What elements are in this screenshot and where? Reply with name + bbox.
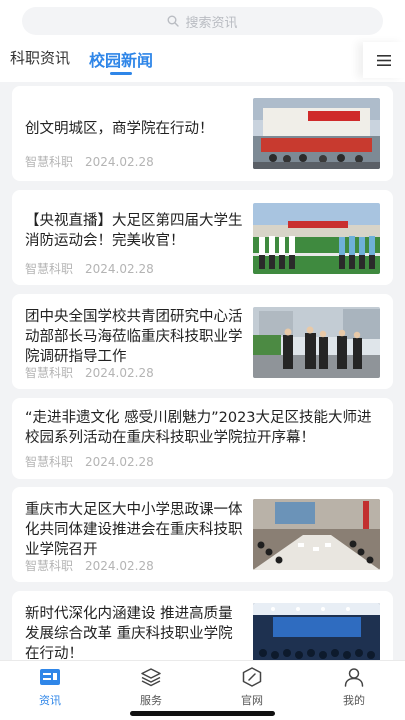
nav-website[interactable]: 官网	[222, 667, 282, 708]
news-title: 团中央全国学校共青团研究中心活动部部长马海莅临重庆科技职业学院调研指导工作	[25, 309, 243, 365]
news-meta: 智慧科职 2024.02.28	[25, 153, 154, 170]
menu-button[interactable]	[363, 42, 405, 78]
news-card[interactable]: 团中央全国学校共青团研究中心活动部部长马海莅临重庆科技职业学院调研指导工作 智慧…	[12, 294, 393, 389]
nav-website-label: 官网	[241, 694, 263, 707]
news-date: 2024.02.28	[85, 559, 154, 573]
news-meta: 智慧科职 2024.02.28	[25, 364, 154, 381]
nav-news[interactable]: 资讯	[20, 667, 80, 708]
news-card[interactable]: 【央视直播】大足区第四届大学生消防运动会！完美收官！ 智慧科职 2024.02.2…	[12, 190, 393, 285]
news-card[interactable]: 重庆市大足区大中小学思政课一体化共同体建设推进会在重庆科技职业学院召开 智慧科职…	[12, 487, 393, 582]
tab-bar: 科职资讯 校园新闻	[0, 42, 405, 78]
news-source: 智慧科职	[25, 455, 74, 469]
nav-services[interactable]: 服务	[121, 667, 181, 708]
home-indicator	[130, 711, 275, 716]
nav-services-label: 服务	[140, 694, 162, 707]
user-icon	[344, 668, 364, 687]
news-source: 智慧科职	[25, 155, 74, 169]
news-date: 2024.02.28	[85, 366, 154, 380]
news-title: “走进非遗文化 感受川剧魅力”2023大足区技能大师进校园系列活动在重庆科技职业…	[25, 410, 372, 446]
news-date: 2024.02.28	[85, 455, 154, 469]
search-icon	[167, 15, 180, 27]
news-title: 创文明城区，商学院在行动！	[25, 121, 214, 137]
news-source: 智慧科职	[25, 366, 74, 380]
news-card[interactable]: 新时代深化内涵建设 推进高质量发展综合改革 重庆科技职业学院在行动！	[12, 591, 393, 660]
news-meta: 智慧科职 2024.02.28	[25, 260, 154, 277]
layers-icon	[141, 668, 161, 687]
news-source: 智慧科职	[25, 262, 74, 276]
nav-news-label: 资讯	[39, 694, 61, 707]
news-source: 智慧科职	[25, 559, 74, 573]
nav-profile[interactable]: 我的	[324, 667, 384, 708]
news-card[interactable]: 创文明城区，商学院在行动！ 智慧科职 2024.02.28	[12, 86, 393, 181]
menu-icon	[377, 54, 391, 66]
news-thumbnail	[253, 499, 380, 570]
news-title: 【央视直播】大足区第四届大学生消防运动会！完美收官！	[25, 213, 243, 249]
search-bar[interactable]: 搜索资讯	[22, 7, 383, 35]
news-thumbnail	[253, 203, 380, 274]
tab-campus-news[interactable]: 校园新闻	[89, 47, 153, 71]
news-meta: 智慧科职 2024.02.28	[25, 453, 154, 470]
news-thumbnail	[253, 603, 380, 660]
nav-profile-label: 我的	[343, 694, 365, 707]
news-date: 2024.02.28	[85, 262, 154, 276]
top-header: 搜索资讯 科职资讯 校园新闻	[0, 0, 405, 82]
news-title: 新时代深化内涵建设 推进高质量发展综合改革 重庆科技职业学院在行动！	[25, 606, 233, 660]
news-icon	[40, 669, 60, 685]
news-date: 2024.02.28	[85, 155, 154, 169]
active-tab-indicator	[110, 72, 132, 75]
compass-icon	[242, 667, 262, 687]
news-title: 重庆市大足区大中小学思政课一体化共同体建设推进会在重庆科技职业学院召开	[25, 502, 243, 558]
news-meta: 智慧科职 2024.02.28	[25, 557, 154, 574]
tab-kezhi-news[interactable]: 科职资讯	[10, 47, 70, 68]
news-thumbnail	[253, 98, 380, 169]
news-feed[interactable]: 创文明城区，商学院在行动！ 智慧科职 2024.02.28 【央视直播】大足区第四…	[0, 82, 405, 660]
news-card[interactable]: “走进非遗文化 感受川剧魅力”2023大足区技能大师进校园系列活动在重庆科技职业…	[12, 398, 393, 479]
news-thumbnail	[253, 307, 380, 378]
search-placeholder: 搜索资讯	[185, 15, 238, 31]
